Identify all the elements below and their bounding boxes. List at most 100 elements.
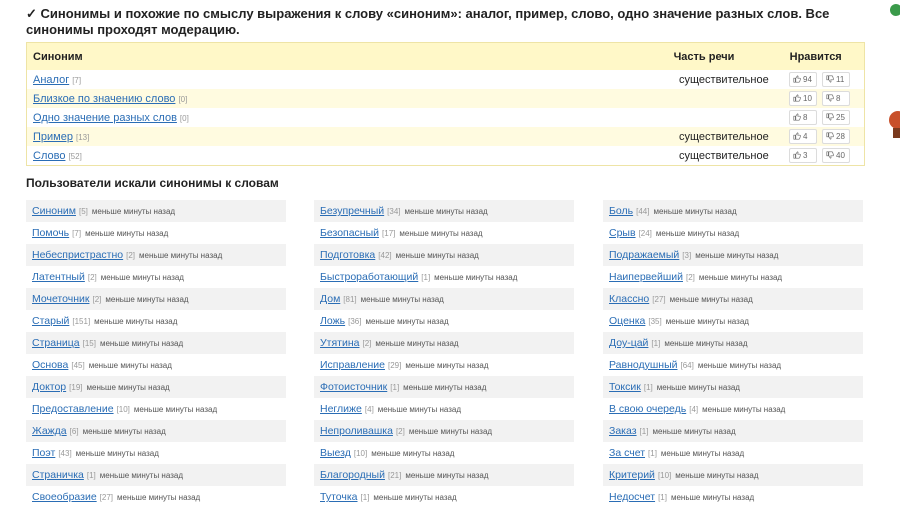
dislike-button[interactable]: 40 — [822, 148, 850, 163]
searched-word-count: [64] — [680, 360, 694, 370]
like-button[interactable]: 3 — [789, 148, 817, 163]
searched-word-link[interactable]: Токсик — [609, 381, 641, 393]
searched-word-link[interactable]: Поэт — [32, 447, 55, 459]
searched-word-link[interactable]: Своеобразие — [32, 491, 97, 503]
synonym-count: [0] — [178, 94, 188, 104]
searched-word-link[interactable]: Срыв — [609, 227, 636, 239]
searched-word-link[interactable]: Безопасный — [320, 227, 379, 239]
dislike-count: 28 — [836, 132, 845, 141]
searched-time: меньше минуты назад — [86, 382, 170, 392]
searched-word-count: [35] — [648, 316, 662, 326]
searched-word-link[interactable]: Непроливашка — [320, 425, 393, 437]
synonym-link[interactable]: Близкое по значению слово — [33, 93, 175, 105]
searched-word-link[interactable]: Безупречный — [320, 205, 384, 217]
dislike-button[interactable]: 28 — [822, 129, 850, 144]
searched-word-link[interactable]: Подражаемый — [609, 249, 679, 261]
like-button[interactable]: 8 — [789, 110, 817, 125]
like-button[interactable]: 10 — [789, 91, 817, 106]
searched-word-count: [27] — [99, 492, 113, 502]
searched-word-link[interactable]: Заказ — [609, 425, 637, 437]
searched-time: меньше минуты назад — [360, 294, 444, 304]
side-illustration — [889, 4, 900, 138]
table-row: Аналог [7] существительное 94 11 — [27, 70, 864, 89]
synonym-link[interactable]: Пример — [33, 131, 73, 143]
searched-word-link[interactable]: Синоним — [32, 205, 76, 217]
searched-word-count: [4] — [689, 404, 699, 414]
searched-word-link[interactable]: За счет — [609, 447, 645, 459]
searched-word-count: [44] — [636, 206, 650, 216]
searched-word-count: [2] — [92, 294, 102, 304]
searched-item: Исправление [29] меньше минуты назад — [314, 354, 574, 376]
searched-time: меньше минуты назад — [94, 316, 178, 326]
searched-time: меньше минуты назад — [408, 426, 493, 436]
searched-column-2: Безупречный [34] меньше минуты назад Безопа… — [314, 200, 574, 508]
searched-word-link[interactable]: Предоставление — [32, 403, 114, 415]
searched-word-link[interactable]: Небеспристрастно — [32, 249, 123, 261]
vote-cell: 3 40 — [789, 148, 864, 163]
searched-word-link[interactable]: Доктор — [32, 381, 66, 393]
searched-time: меньше минуты назад — [434, 272, 518, 282]
like-button[interactable]: 94 — [789, 72, 817, 87]
dislike-count: 25 — [836, 113, 845, 122]
searched-word-link[interactable]: Мочеточник — [32, 293, 89, 305]
searched-word-link[interactable]: Утятина — [320, 337, 359, 349]
searched-word-count: [2] — [126, 250, 136, 260]
searched-word-count: [4] — [364, 404, 374, 414]
synonym-link[interactable]: Слово — [33, 150, 65, 162]
searched-word-link[interactable]: Жажда — [32, 425, 67, 437]
searched-word-count: [1] — [390, 382, 400, 392]
searched-time: меньше минуты назад — [702, 404, 786, 414]
searched-word-count: [10] — [657, 470, 672, 480]
searched-word-link[interactable]: Быстроработающий — [320, 271, 418, 283]
synonym-link[interactable]: Одно значение разных слов — [33, 112, 177, 124]
searched-word-count: [1] — [639, 426, 649, 436]
searched-word-count: [6] — [69, 426, 79, 436]
synonym-cell: Слово [52] — [27, 150, 679, 162]
searched-word-link[interactable]: Фотоисточник — [320, 381, 387, 393]
like-count: 8 — [803, 113, 808, 122]
like-button[interactable]: 4 — [789, 129, 817, 144]
searched-word-link[interactable]: Туточка — [320, 491, 358, 503]
searched-word-link[interactable]: Помочь — [32, 227, 69, 239]
dislike-button[interactable]: 11 — [822, 72, 850, 87]
searched-word-link[interactable]: Критерий — [609, 469, 655, 481]
searched-word-link[interactable]: Равнодушный — [609, 359, 678, 371]
part-of-speech: существительное — [679, 73, 769, 86]
searched-word-link[interactable]: Благородный — [320, 469, 385, 481]
searched-word-link[interactable]: Ложь — [320, 315, 345, 327]
vote-cell: 4 28 — [789, 129, 864, 144]
searched-word-link[interactable]: Неглиже — [320, 403, 362, 415]
searched-word-link[interactable]: Боль — [609, 205, 633, 217]
searched-word-link[interactable]: Старый — [32, 315, 69, 327]
dislike-button[interactable]: 8 — [822, 91, 850, 106]
searched-word-link[interactable]: В свою очередь — [609, 403, 686, 415]
searched-word-link[interactable]: Классно — [609, 293, 649, 305]
searched-word-link[interactable]: Недосчет — [609, 491, 655, 503]
searched-item: Подготовка [42] меньше минуты назад — [314, 244, 574, 266]
dislike-button[interactable]: 25 — [822, 110, 850, 125]
searched-item: Латентный [2] меньше минуты назад — [26, 266, 286, 288]
searched-word-link[interactable]: Страница — [32, 337, 80, 349]
thumb-up-icon — [793, 74, 801, 85]
searched-item: Утятина [2] меньше минуты назад — [314, 332, 574, 354]
searched-word-link[interactable]: Оценка — [609, 315, 645, 327]
thumb-up-icon — [793, 131, 801, 142]
header-synonym: Синоним — [33, 50, 83, 63]
searched-word-link[interactable]: Латентный — [32, 271, 85, 283]
searched-word-link[interactable]: Исправление — [320, 359, 385, 371]
searched-word-count: [34] — [387, 206, 401, 216]
searched-word-link[interactable]: Доу-цай — [609, 337, 648, 349]
searched-heading: Пользователи искали синонимы к словам — [26, 176, 279, 190]
searched-word-link[interactable]: Выезд — [320, 447, 351, 459]
part-of-speech: существительное — [679, 149, 769, 162]
searched-word-link[interactable]: Основа — [32, 359, 68, 371]
synonym-link[interactable]: Аналог — [33, 74, 69, 86]
searched-word-link[interactable]: Подготовка — [320, 249, 375, 261]
searched-time: меньше минуты назад — [99, 338, 184, 348]
searched-word-count: [29] — [387, 360, 402, 370]
searched-word-link[interactable]: Наипервейший — [609, 271, 683, 283]
searched-word-link[interactable]: Дом — [320, 293, 340, 305]
searched-time: меньше минуты назад — [695, 250, 779, 260]
searched-word-link[interactable]: Страничка — [32, 469, 84, 481]
searched-time: меньше минуты назад — [88, 360, 172, 370]
